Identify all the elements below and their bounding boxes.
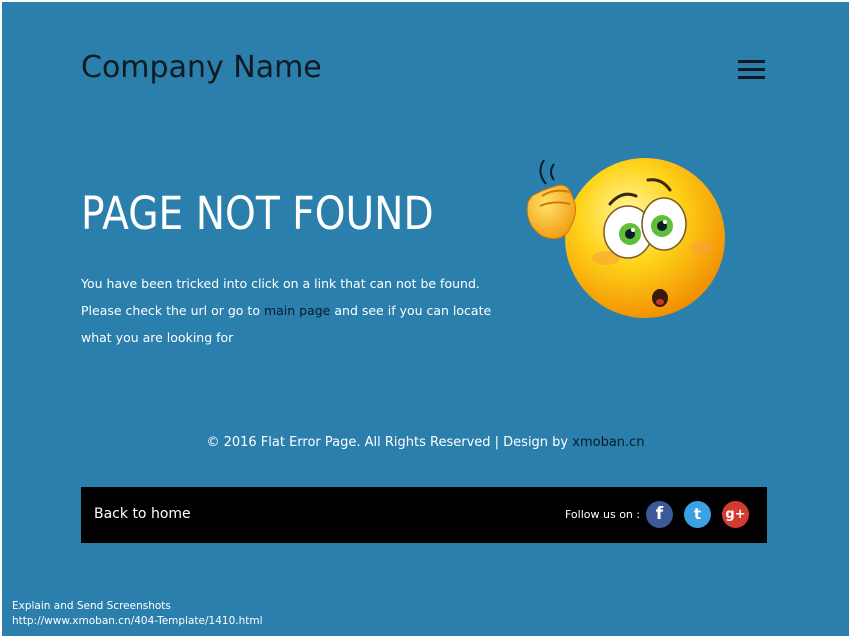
- company-logo[interactable]: Company Name: [81, 50, 322, 85]
- menu-line: [738, 68, 765, 71]
- caption-line-1: Explain and Send Screenshots: [12, 600, 171, 612]
- main-page-link[interactable]: main page: [264, 303, 330, 318]
- facebook-icon[interactable]: f: [646, 501, 673, 528]
- back-to-home-link[interactable]: Back to home: [94, 506, 191, 522]
- menu-line: [738, 60, 765, 63]
- copyright-notice: © 2016 Flat Error Page. All Rights Reser…: [2, 435, 849, 450]
- caption-url: http://www.xmoban.cn/404-Template/1410.h…: [12, 615, 263, 627]
- confused-emoji-icon: [526, 158, 725, 318]
- copyright-text: © 2016 Flat Error Page. All Rights Reser…: [206, 435, 573, 450]
- error-message: You have been tricked into click on a li…: [81, 270, 521, 351]
- screenshot-caption: Explain and Send Screenshots http://www.…: [12, 599, 263, 629]
- page-title: PAGE NOT FOUND: [81, 187, 434, 240]
- footer-bar: Back to home Follow us on : f t g+: [81, 487, 767, 543]
- follow-us-label: Follow us on :: [565, 508, 641, 521]
- page-background: Company Name PAGE NOT FOUND You have bee…: [2, 2, 849, 636]
- designer-link[interactable]: xmoban.cn: [572, 435, 644, 450]
- hamburger-menu-icon[interactable]: [738, 60, 768, 82]
- google-plus-icon[interactable]: g+: [722, 501, 749, 528]
- twitter-icon[interactable]: t: [684, 501, 711, 528]
- menu-line: [738, 76, 765, 79]
